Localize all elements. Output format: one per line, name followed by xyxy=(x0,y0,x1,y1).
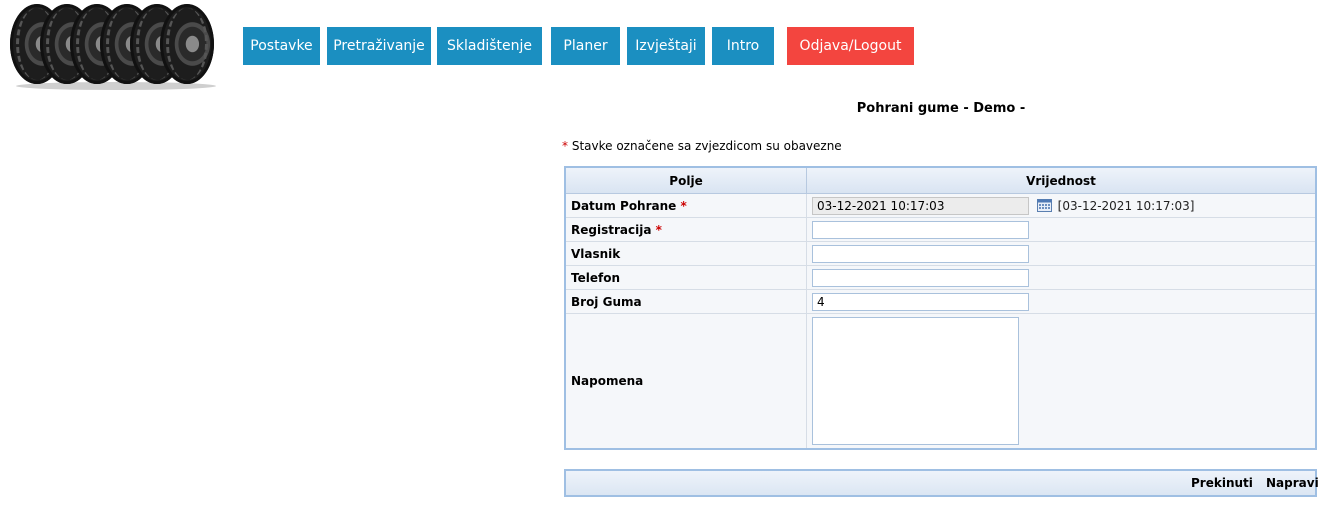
required-note: * Stavke označene sa zvjezdicom su obave… xyxy=(562,139,842,153)
required-star: * xyxy=(680,198,687,213)
datum-pohrane-label: Datum Pohrane * xyxy=(564,193,807,218)
registracija-label: Registracija * xyxy=(564,217,807,242)
broj-guma-label: Broj Guma xyxy=(564,289,807,314)
telefon-cell xyxy=(806,265,1317,290)
napomena-textarea[interactable] xyxy=(812,317,1019,445)
required-note-text: Stavke označene sa zvjezdicom su obavezn… xyxy=(571,139,842,153)
row-datum-pohrane: Datum Pohrane * [03-12-2021 10:17:03] xyxy=(564,193,1317,218)
telefon-input[interactable] xyxy=(812,268,1029,287)
form-actions-bar: Prekinuti Napravi xyxy=(564,469,1319,497)
nav-intro[interactable]: Intro xyxy=(712,27,774,65)
datum-pohrane-display: [03-12-2021 10:17:03] xyxy=(1057,198,1195,213)
nav-izvjestaji[interactable]: Izvještaji xyxy=(627,27,705,65)
nav-postavke[interactable]: Postavke xyxy=(243,27,320,65)
broj-guma-cell xyxy=(806,289,1317,314)
nav-planer[interactable]: Planer xyxy=(551,27,620,65)
registracija-cell xyxy=(806,217,1317,242)
tyres-logo xyxy=(10,4,220,90)
datum-pohrane-cell: [03-12-2021 10:17:03] xyxy=(806,193,1317,218)
column-header-value: Vrijednost xyxy=(806,166,1317,194)
calendar-icon[interactable] xyxy=(1036,199,1052,212)
storage-form: Polje Vrijednost Datum Pohrane * [03 xyxy=(564,166,1317,450)
broj-guma-input[interactable] xyxy=(812,292,1029,311)
vlasnik-cell xyxy=(806,241,1317,266)
telefon-label: Telefon xyxy=(564,265,807,290)
row-registracija: Registracija * xyxy=(564,217,1317,242)
vlasnik-input[interactable] xyxy=(812,244,1029,263)
row-vlasnik: Vlasnik xyxy=(564,241,1317,266)
required-star: * xyxy=(562,139,568,153)
submit-button[interactable]: Napravi xyxy=(1266,476,1319,490)
nav-pretrazivanje[interactable]: Pretraživanje xyxy=(327,27,431,65)
napomena-cell xyxy=(806,313,1317,450)
napomena-label: Napomena xyxy=(564,313,807,450)
row-telefon: Telefon xyxy=(564,265,1317,290)
required-star: * xyxy=(655,222,662,237)
tyre-image xyxy=(160,4,214,84)
datum-pohrane-label-text: Datum Pohrane xyxy=(571,198,677,213)
row-broj-guma: Broj Guma xyxy=(564,289,1317,314)
cancel-button[interactable]: Prekinuti xyxy=(1191,476,1253,490)
registracija-label-text: Registracija xyxy=(571,222,652,237)
page-title: Pohrani gume - Demo - xyxy=(856,101,1026,116)
row-napomena: Napomena xyxy=(564,313,1317,450)
datum-pohrane-input[interactable] xyxy=(812,196,1029,215)
registracija-input[interactable] xyxy=(812,220,1029,239)
nav-skladistenje[interactable]: Skladištenje xyxy=(437,27,542,65)
logout-button[interactable]: Odjava/Logout xyxy=(787,27,914,65)
vlasnik-label: Vlasnik xyxy=(564,241,807,266)
column-header-field: Polje xyxy=(564,166,807,194)
